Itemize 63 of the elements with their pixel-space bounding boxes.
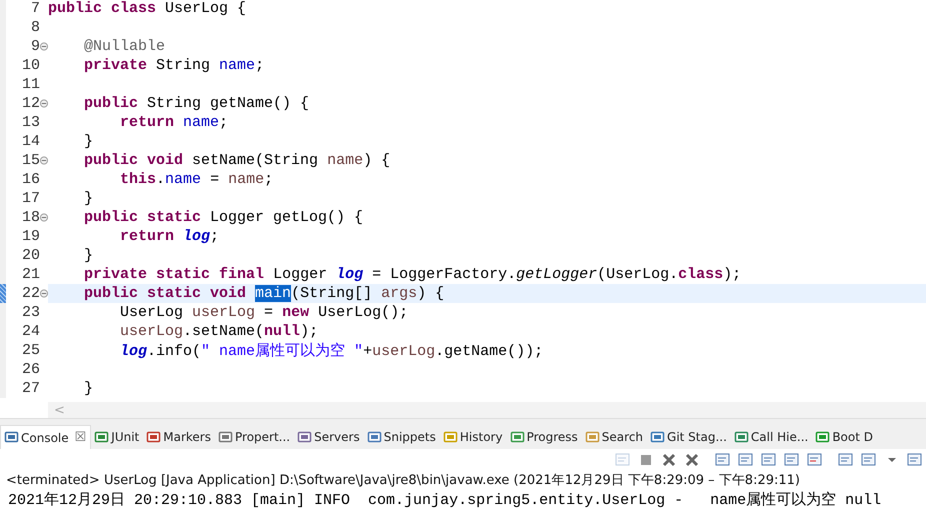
view-tab[interactable]: Search xyxy=(582,425,648,449)
collapse-icon[interactable] xyxy=(40,156,48,165)
line-number: 26 xyxy=(20,361,40,378)
code-line: private String name; xyxy=(83,57,264,74)
view-tab[interactable]: JUnit xyxy=(91,425,144,449)
code-line: public static void main(String[] args) { xyxy=(83,285,444,302)
view-tab[interactable]: Propert... xyxy=(215,425,294,449)
code-line: public class UserLog { xyxy=(48,0,246,17)
line-number: 24 xyxy=(20,323,40,340)
line-number: 10 xyxy=(20,57,40,74)
view-tab[interactable]: Console ☒ xyxy=(0,425,92,449)
code-line: } xyxy=(83,247,94,264)
code-line: return log; xyxy=(119,228,220,245)
line-number: 8 xyxy=(30,19,40,36)
line-number: 9 xyxy=(30,38,40,55)
code-line: UserLog userLog = new UserLog(); xyxy=(119,304,408,321)
line-number: 13 xyxy=(20,114,40,131)
console-output: 2021年12月29日 20:29:10.883 [main] INFO com.junjay.spring5.entity.UserLog - name属性可以为空 null xyxy=(7,490,882,509)
line-number: 21 xyxy=(20,266,40,283)
line-number: 20 xyxy=(20,247,40,264)
code-line: public String getName() { xyxy=(83,95,310,112)
line-number: 22 xyxy=(20,285,40,302)
collapse-icon[interactable] xyxy=(40,42,48,51)
line-number: 7 xyxy=(30,0,40,17)
code-line: } xyxy=(83,190,94,207)
collapse-icon[interactable] xyxy=(40,213,48,222)
code-line: this.name = name; xyxy=(119,171,274,188)
close-icon[interactable]: ☒ xyxy=(74,430,86,445)
code-line: public void setName(String name) { xyxy=(83,152,390,169)
collapse-icon[interactable] xyxy=(40,289,48,298)
code-line: @Nullable xyxy=(83,38,166,55)
remove-icon[interactable] xyxy=(660,451,678,469)
collapse-icon[interactable] xyxy=(40,99,48,108)
line-number: 18 xyxy=(20,209,40,226)
line-number: 17 xyxy=(20,190,40,207)
code-line: return name; xyxy=(119,114,228,131)
code-line: public static Logger getLog() { xyxy=(83,209,364,226)
line-number: 11 xyxy=(20,76,40,93)
code-editor[interactable] xyxy=(0,0,926,419)
view-tab[interactable]: Call Hie... xyxy=(730,425,812,449)
code-line: private static final Logger log = LoggerFactory.getLogger(UserLog.class); xyxy=(83,266,742,283)
view-tab[interactable]: Boot D xyxy=(812,425,878,449)
monitor-icon xyxy=(4,430,19,445)
view-tab[interactable]: Progress xyxy=(506,425,582,449)
line-number: 23 xyxy=(20,304,40,321)
line-number: 25 xyxy=(20,342,40,359)
view-tab[interactable]: Git Stag... xyxy=(647,425,731,449)
line-number: 14 xyxy=(20,133,40,150)
view-tab[interactable]: Markers xyxy=(143,425,215,449)
line-number: 19 xyxy=(20,228,40,245)
remove-all-icon[interactable] xyxy=(683,451,701,469)
line-number: 12 xyxy=(20,95,40,112)
line-number: 15 xyxy=(20,152,40,169)
code-line: log.info(" name属性可以为空 "+userLog.getName()); xyxy=(119,342,544,360)
code-line: } xyxy=(83,133,94,150)
line-number: 16 xyxy=(20,171,40,188)
view-tab[interactable]: Servers xyxy=(294,425,364,449)
code-line: userLog.setName(null); xyxy=(119,323,318,340)
line-number: 27 xyxy=(20,380,40,397)
view-tab[interactable]: History xyxy=(440,425,507,449)
code-line: } xyxy=(83,380,94,397)
view-tab[interactable]: Snippets xyxy=(364,425,440,449)
console-status: <terminated> UserLog [Java Application] D:\Software\Java\jre8\bin\javaw.exe (2021年12月29日 下午8:29:09 – 下午8:29:11) xyxy=(0,471,926,489)
